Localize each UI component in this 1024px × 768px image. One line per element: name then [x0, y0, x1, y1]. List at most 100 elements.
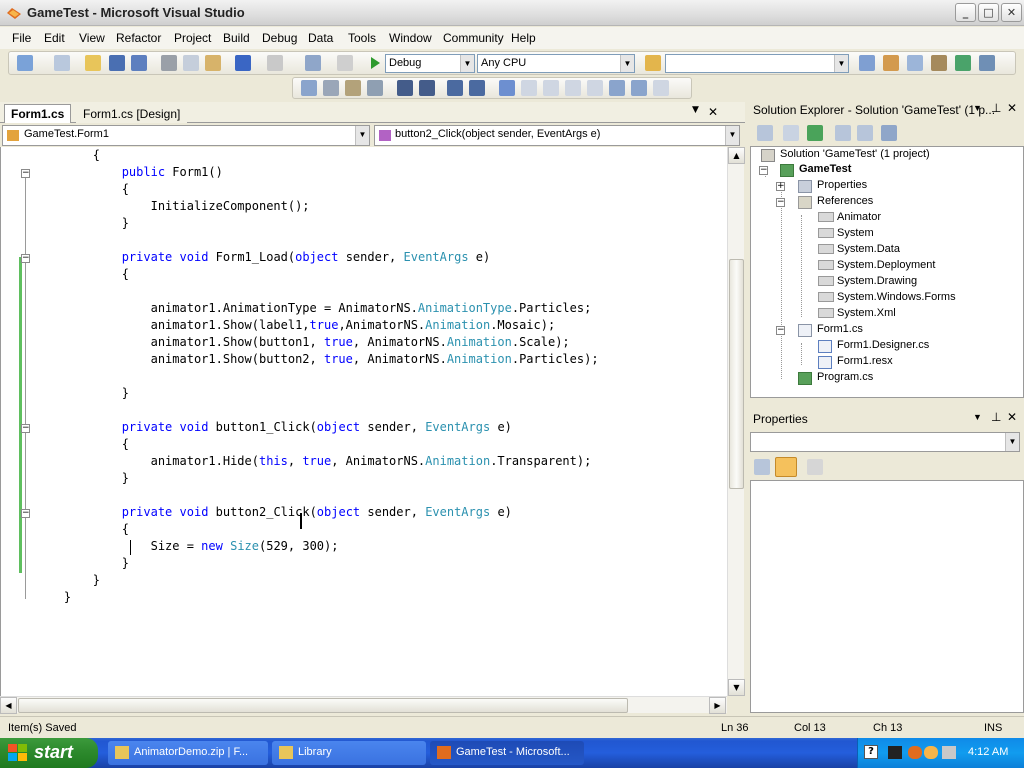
tab-form1-design[interactable]: Form1.cs [Design]: [76, 104, 188, 123]
code-line[interactable]: }: [35, 589, 71, 606]
increase-indent-icon[interactable]: [419, 80, 435, 96]
code-line[interactable]: }: [35, 572, 100, 589]
menu-community[interactable]: Community: [443, 31, 504, 45]
navigate-forward-icon[interactable]: [337, 55, 353, 71]
close-panel-icon[interactable]: ✕: [1007, 101, 1017, 115]
window-position-icon[interactable]: ▼: [973, 103, 982, 113]
code-line[interactable]: animator1.Show(label1,true,AnimatorNS.An…: [35, 317, 556, 334]
copy-icon[interactable]: [183, 55, 199, 71]
comment-icon[interactable]: [447, 80, 463, 96]
taskbar-item-library[interactable]: Library: [272, 741, 426, 765]
categorized-icon[interactable]: [754, 459, 770, 475]
code-line[interactable]: InitializeComponent();: [35, 198, 310, 215]
close-panel-icon[interactable]: ✕: [1007, 410, 1017, 424]
collapse-region-icon[interactable]: −: [21, 169, 30, 178]
find-combo[interactable]: ▼: [665, 54, 849, 73]
code-line[interactable]: {: [35, 266, 129, 283]
tree-item-reference[interactable]: System: [837, 227, 874, 239]
object-browser-icon[interactable]: [907, 55, 923, 71]
collapse-icon[interactable]: −: [776, 198, 785, 207]
view-class-diagram-icon[interactable]: [881, 125, 897, 141]
solution-configuration-dropdown[interactable]: Debug ▼: [385, 54, 475, 73]
menu-build[interactable]: Build: [223, 31, 250, 45]
object-selector-dropdown[interactable]: ▼: [750, 432, 1020, 452]
paste-icon[interactable]: [205, 55, 221, 71]
collapse-region-icon[interactable]: −: [21, 424, 30, 433]
start-page-icon[interactable]: [955, 55, 971, 71]
previous-bookmark-icon[interactable]: [521, 80, 537, 96]
auto-hide-pin-icon[interactable]: ⊥: [991, 101, 1001, 115]
scroll-right-icon[interactable]: ▶: [709, 697, 726, 714]
menu-file[interactable]: File: [12, 31, 31, 45]
window-position-icon[interactable]: ▼: [973, 412, 982, 422]
save-icon[interactable]: [109, 55, 125, 71]
parameter-info-icon[interactable]: [323, 80, 339, 96]
show-all-files-icon[interactable]: [783, 125, 799, 141]
complete-word-icon[interactable]: [367, 80, 383, 96]
maximize-button[interactable]: □: [978, 3, 999, 22]
tree-item-solution[interactable]: Solution 'GameTest' (1 project): [780, 148, 930, 160]
tree-item-reference[interactable]: System.Deployment: [837, 259, 935, 271]
quick-info-icon[interactable]: [345, 80, 361, 96]
code-line[interactable]: {: [35, 436, 129, 453]
menu-data[interactable]: Data: [308, 31, 333, 45]
code-line[interactable]: {: [35, 147, 100, 164]
active-files-chevron-icon[interactable]: ▼: [692, 105, 699, 115]
cut-icon[interactable]: [161, 55, 177, 71]
menu-project[interactable]: Project: [174, 31, 211, 45]
solution-platform-dropdown[interactable]: Any CPU ▼: [477, 54, 635, 73]
save-all-icon[interactable]: [131, 55, 147, 71]
refresh-icon[interactable]: [807, 125, 823, 141]
redo-icon[interactable]: [267, 55, 283, 71]
tree-item-reference[interactable]: Animator: [837, 211, 881, 223]
view-code-icon[interactable]: [835, 125, 851, 141]
tree-item-reference[interactable]: System.Xml: [837, 307, 896, 319]
minimize-button[interactable]: _: [955, 3, 976, 22]
start-button[interactable]: start: [0, 738, 98, 768]
properties-icon[interactable]: [757, 125, 773, 141]
menu-help[interactable]: Help: [511, 31, 536, 45]
menu-edit[interactable]: Edit: [44, 31, 65, 45]
code-line[interactable]: }: [35, 385, 129, 402]
horizontal-scroll-thumb[interactable]: [18, 698, 628, 713]
property-pages-icon[interactable]: [807, 459, 823, 475]
menu-tools[interactable]: Tools: [348, 31, 376, 45]
code-line[interactable]: animator1.Show(button1, true, AnimatorNS…: [35, 334, 570, 351]
solution-explorer-icon[interactable]: [859, 55, 875, 71]
previous-bookmark-folder-icon[interactable]: [565, 80, 581, 96]
code-line[interactable]: public Form1(): [35, 164, 223, 181]
taskbar-item-gametest[interactable]: GameTest - Microsoft...: [430, 741, 584, 765]
next-bookmark-document-icon[interactable]: [631, 80, 647, 96]
vertical-scroll-thumb[interactable]: [729, 259, 744, 489]
bookmark-icon[interactable]: [499, 80, 515, 96]
auto-hide-pin-icon[interactable]: ⊥: [991, 410, 1001, 424]
toolbox-icon[interactable]: [931, 55, 947, 71]
collapse-region-icon[interactable]: −: [21, 254, 30, 263]
previous-bookmark-document-icon[interactable]: [609, 80, 625, 96]
tree-item-reference[interactable]: System.Drawing: [837, 275, 917, 287]
code-line[interactable]: {: [35, 521, 129, 538]
code-line[interactable]: animator1.Hide(this, true, AnimatorNS.An…: [35, 453, 592, 470]
code-line[interactable]: {: [35, 181, 129, 198]
tree-item-properties[interactable]: Properties: [817, 179, 867, 191]
tree-item-form1[interactable]: Form1.cs: [817, 323, 863, 335]
code-line[interactable]: }: [35, 215, 129, 232]
code-line[interactable]: private void button1_Click(object sender…: [35, 419, 512, 436]
start-debugging-icon[interactable]: [367, 55, 383, 71]
code-line[interactable]: private void Form1_Load(object sender, E…: [35, 249, 491, 266]
close-document-icon[interactable]: ✕: [708, 105, 718, 119]
menu-debug[interactable]: Debug: [262, 31, 297, 45]
view-designer-icon[interactable]: [857, 125, 873, 141]
close-button[interactable]: ✕: [1001, 3, 1022, 22]
command-window-icon[interactable]: [979, 55, 995, 71]
collapse-icon[interactable]: −: [776, 326, 785, 335]
menu-refactor[interactable]: Refactor: [116, 31, 161, 45]
code-editor[interactable]: − − − − { public Form1() { InitializeCom…: [0, 147, 727, 696]
alphabetical-icon[interactable]: [775, 457, 797, 477]
next-bookmark-folder-icon[interactable]: [587, 80, 603, 96]
new-project-icon[interactable]: [17, 55, 33, 71]
next-bookmark-icon[interactable]: [543, 80, 559, 96]
member-list-icon[interactable]: [301, 80, 317, 96]
properties-window-icon[interactable]: [883, 55, 899, 71]
tree-item-reference[interactable]: System.Data: [837, 243, 900, 255]
